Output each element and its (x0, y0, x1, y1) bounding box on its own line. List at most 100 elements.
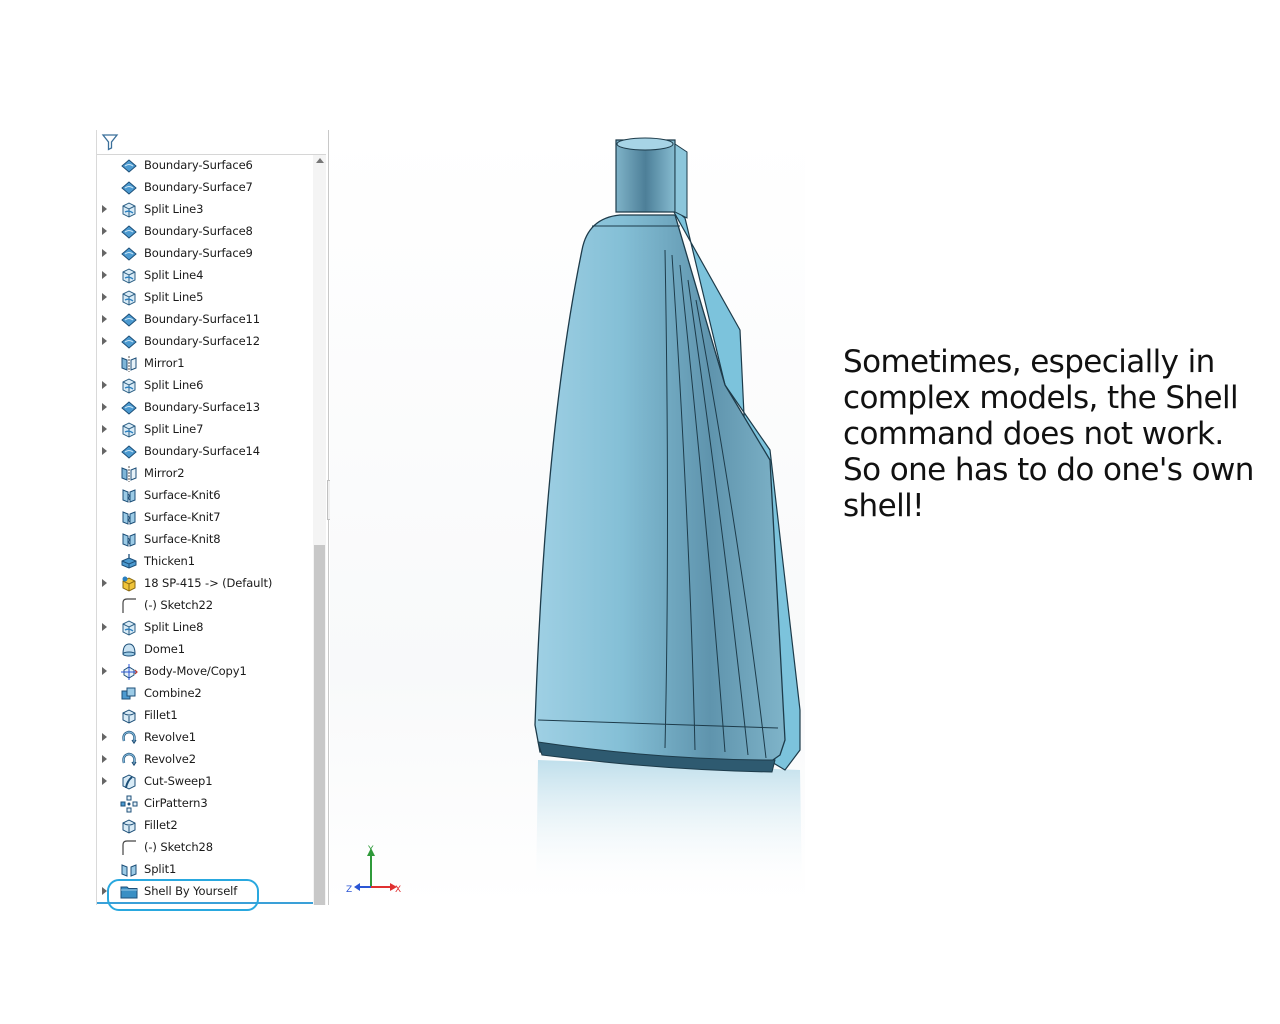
expand-arrow-icon[interactable] (102, 381, 107, 389)
tree-item[interactable]: Split Line7 (97, 419, 313, 441)
tree-item[interactable]: Boundary-Surface8 (97, 221, 313, 243)
tree-item[interactable]: Split1 (97, 859, 313, 881)
tree-scrollbar[interactable] (313, 155, 326, 905)
expand-arrow-icon[interactable] (102, 315, 107, 323)
floor-reflection (536, 760, 802, 890)
tree-item[interactable]: Mirror2 (97, 463, 313, 485)
sketch-icon (120, 839, 138, 857)
expand-arrow-icon[interactable] (102, 227, 107, 235)
tree-item[interactable]: Boundary-Surface11 (97, 309, 313, 331)
expand-arrow-icon[interactable] (102, 733, 107, 741)
split-line-icon (120, 267, 138, 285)
tree-item[interactable]: (-) Sketch28 (97, 837, 313, 859)
tree-item-label: Cut-Sweep1 (144, 774, 213, 788)
tree-item-label: Split Line5 (144, 290, 204, 304)
tree-item-label: Mirror2 (144, 466, 185, 480)
tree-item-label: (-) Sketch22 (144, 598, 213, 612)
circular-pattern-icon (120, 795, 138, 813)
expand-arrow-icon[interactable] (102, 425, 107, 433)
tree-item-label: Boundary-Surface9 (144, 246, 253, 260)
expand-arrow-icon[interactable] (102, 447, 107, 455)
tree-item[interactable]: Fillet2 (97, 815, 313, 837)
filter-icon[interactable] (101, 133, 119, 151)
expand-arrow-icon[interactable] (102, 293, 107, 301)
tree-item-label: Dome1 (144, 642, 185, 656)
tree-item[interactable]: Split Line6 (97, 375, 313, 397)
x-axis-label: X (395, 885, 401, 895)
tree-item[interactable]: Boundary-Surface9 (97, 243, 313, 265)
scroll-up-arrow-icon[interactable] (316, 158, 324, 163)
boundary-surface-icon (120, 245, 138, 263)
expand-arrow-icon[interactable] (102, 667, 107, 675)
tree-item[interactable]: Surface-Knit7 (97, 507, 313, 529)
tree-item-label: Boundary-Surface7 (144, 180, 253, 194)
scroll-thumb[interactable] (314, 545, 325, 905)
tree-item-label: Surface-Knit8 (144, 532, 221, 546)
tree-item[interactable]: Boundary-Surface6 (97, 155, 313, 177)
tree-item-label: Surface-Knit7 (144, 510, 221, 524)
tree-item-label: Body-Move/Copy1 (144, 664, 247, 678)
expand-arrow-icon[interactable] (102, 777, 107, 785)
boundary-surface-icon (120, 311, 138, 329)
expand-arrow-icon[interactable] (102, 403, 107, 411)
tree-item-label: Surface-Knit6 (144, 488, 221, 502)
tree-item[interactable]: Thicken1 (97, 551, 313, 573)
tree-item[interactable]: Fillet1 (97, 705, 313, 727)
tree-item[interactable]: (-) Sketch22 (97, 595, 313, 617)
tree-item[interactable]: Revolve2 (97, 749, 313, 771)
tree-item[interactable]: Body-Move/Copy1 (97, 661, 313, 683)
expand-arrow-icon[interactable] (102, 579, 107, 587)
cut-sweep-icon (120, 773, 138, 791)
expand-arrow-icon[interactable] (102, 755, 107, 763)
dome-icon (120, 641, 138, 659)
tree-item-label: Boundary-Surface11 (144, 312, 260, 326)
tree-item-label: Revolve1 (144, 730, 196, 744)
tree-item[interactable]: Dome1 (97, 639, 313, 661)
tree-item[interactable]: Surface-Knit8 (97, 529, 313, 551)
tree-item-label: Combine2 (144, 686, 202, 700)
caption-text: Sometimes, especially in complex models,… (843, 344, 1254, 524)
tree-item[interactable]: 18 SP-415 -> (Default) (97, 573, 313, 595)
mirror-icon (120, 355, 138, 373)
split-line-icon (120, 377, 138, 395)
boundary-surface-icon (120, 223, 138, 241)
revolve-icon (120, 751, 138, 769)
expand-arrow-icon[interactable] (102, 249, 107, 257)
tree-item[interactable]: Boundary-Surface14 (97, 441, 313, 463)
tree-item-label: Thicken1 (144, 554, 195, 568)
expand-arrow-icon[interactable] (102, 271, 107, 279)
tree-item-label: Boundary-Surface12 (144, 334, 260, 348)
feature-manager-tree: Boundary-Surface6 Boundary-Surface7 Split … (96, 130, 329, 905)
split-line-icon (120, 289, 138, 307)
revolve-icon (120, 729, 138, 747)
tree-item[interactable]: Split Line8 (97, 617, 313, 639)
expand-arrow-icon[interactable] (102, 205, 107, 213)
tree-item[interactable]: Cut-Sweep1 (97, 771, 313, 793)
tree-item[interactable]: Split Line4 (97, 265, 313, 287)
tree-item[interactable]: Surface-Knit6 (97, 485, 313, 507)
bottle-neck (615, 139, 676, 213)
fillet-icon (120, 707, 138, 725)
expand-arrow-icon[interactable] (102, 337, 107, 345)
tree-item[interactable]: Revolve1 (97, 727, 313, 749)
graphics-viewport[interactable] (330, 130, 805, 905)
orientation-triad: Y X Z (346, 845, 401, 895)
tree-item-label: Split Line8 (144, 620, 204, 634)
z-axis-label: Z (346, 885, 352, 895)
tree-item[interactable]: Boundary-Surface12 (97, 331, 313, 353)
tree-item-label: Split1 (144, 862, 177, 876)
tree-item[interactable]: Split Line3 (97, 199, 313, 221)
tree-item-label: Boundary-Surface14 (144, 444, 260, 458)
tree-item[interactable]: CirPattern3 (97, 793, 313, 815)
expand-arrow-icon[interactable] (102, 623, 107, 631)
tree-item[interactable]: Combine2 (97, 683, 313, 705)
surface-knit-icon (120, 487, 138, 505)
split-line-icon (120, 201, 138, 219)
tree-item[interactable]: Mirror1 (97, 353, 313, 375)
surface-knit-icon (120, 531, 138, 549)
tree-item[interactable]: Split Line5 (97, 287, 313, 309)
tree-item[interactable]: Boundary-Surface13 (97, 397, 313, 419)
tree-item[interactable]: Boundary-Surface7 (97, 177, 313, 199)
bottle-model (534, 137, 802, 890)
tree-item-label: Split Line4 (144, 268, 204, 282)
